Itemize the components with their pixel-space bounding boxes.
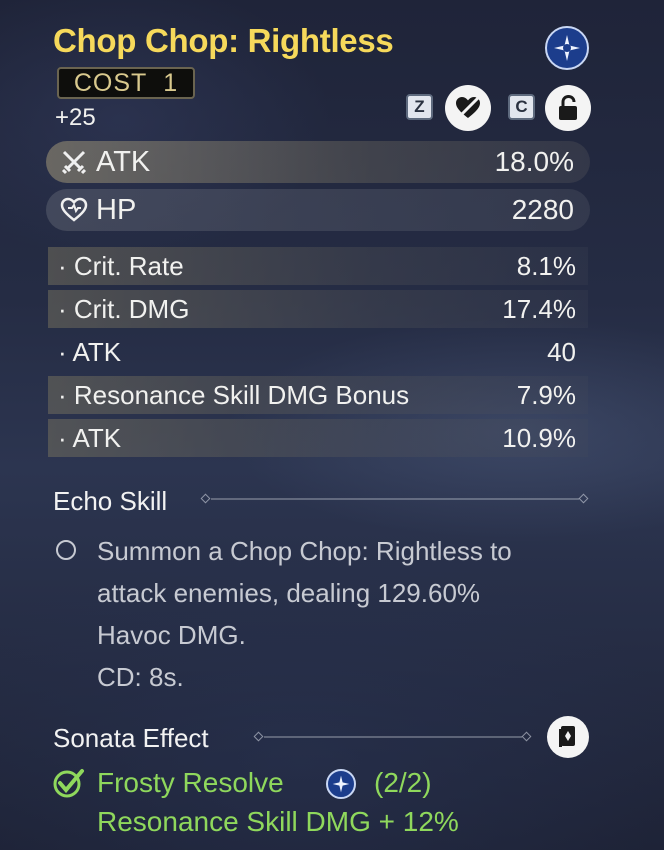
frosty-resolve-icon [326, 769, 356, 799]
sub-stat-label: · Resonance Skill DMG Bonus [58, 379, 410, 410]
section-divider [211, 498, 579, 500]
discard-button[interactable] [545, 85, 591, 131]
heart-icon [60, 197, 88, 222]
divider-diamond [578, 493, 589, 504]
cost-value: 1 [163, 68, 179, 97]
card-icon [559, 726, 575, 747]
sonata-piece-count: (2/2) [374, 767, 432, 798]
sub-stat-value: 17.4% [502, 293, 576, 324]
section-divider [264, 736, 522, 738]
sub-stat-value: 8.1% [516, 250, 576, 281]
lock-button[interactable] [445, 85, 491, 131]
skill-line: Havoc DMG. [97, 620, 246, 650]
sub-stat-label: · Crit. DMG [58, 293, 190, 324]
discard-hotkey: C [508, 94, 535, 120]
sub-stat-value: 10.9% [502, 422, 576, 453]
skill-line: CD: 8s. [97, 662, 184, 692]
cost-badge: COST 1 [57, 67, 195, 99]
sub-stat-label: · ATK [58, 422, 122, 453]
unlock-icon [559, 94, 577, 120]
sonata-set-icon [545, 26, 589, 70]
sub-stat-row: · Resonance Skill DMG Bonus 7.9% [48, 376, 588, 414]
sonata-effect-title: Sonata Effect [53, 723, 209, 753]
sub-stat-row: · Crit. DMG 17.4% [48, 290, 588, 328]
skill-line: Summon a Chop Chop: Rightless to [97, 536, 512, 566]
main-stat-value: 18.0% [494, 146, 574, 177]
echo-name: Chop Chop: Rightless [53, 22, 394, 59]
sonata-info-button[interactable] [547, 716, 589, 758]
divider-diamond [253, 731, 264, 742]
skill-bullet-icon [56, 540, 76, 560]
divider-diamond [521, 731, 532, 742]
sub-stat-row: · ATK 10.9% [48, 419, 588, 457]
main-stat-label: HP [96, 193, 137, 226]
sub-stat-row: · ATK 40 [48, 333, 588, 371]
sub-stat-label: · ATK [58, 336, 122, 367]
heart-slash-icon [456, 96, 480, 120]
main-stat-atk: ATK 18.0% [46, 141, 590, 183]
main-stat-value: 2280 [511, 194, 574, 225]
sword-icon [61, 150, 87, 175]
divider-diamond [200, 493, 211, 504]
echo-skill-description: Summon a Chop Chop: Rightless to attack … [97, 530, 607, 698]
sonata-set-name: Frosty Resolve [97, 767, 284, 798]
sonata-bonus: Resonance Skill DMG + 12% [97, 806, 459, 837]
sub-stat-value: 7.9% [516, 379, 576, 410]
check-icon [52, 766, 86, 805]
lock-hotkey: Z [406, 94, 433, 120]
echo-skill-title: Echo Skill [53, 486, 168, 516]
sub-stat-row: · Crit. Rate 8.1% [48, 247, 588, 285]
main-stat-hp: HP 2280 [46, 189, 590, 231]
echo-level: +25 [55, 104, 96, 131]
cost-label: COST [73, 68, 148, 97]
skill-line: attack enemies, dealing 129.60% [97, 578, 481, 608]
sub-stat-value: 40 [547, 336, 576, 367]
sub-stat-label: · Crit. Rate [58, 250, 184, 281]
main-stat-label: ATK [96, 145, 151, 178]
